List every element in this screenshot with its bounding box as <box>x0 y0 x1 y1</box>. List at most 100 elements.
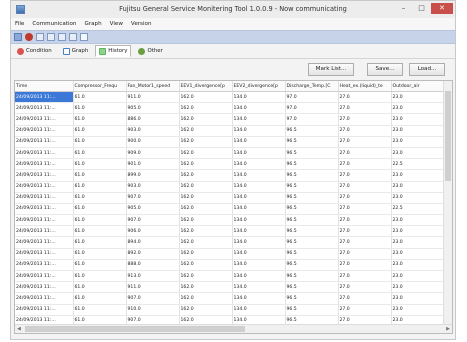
table-row[interactable]: 24/09/2013 11:... 61.0 911.0 162.0 134.0 97.0… <box>15 91 444 104</box>
horizontal-scroll-thumb[interactable] <box>25 326 245 332</box>
save-button[interactable]: Save... <box>367 63 403 76</box>
minimize-button[interactable]: – <box>395 3 412 14</box>
tab-bar: Condition Graph History Other <box>11 44 455 59</box>
history-table: Time Compressor_Frequ Fan_Motor1_speed E… <box>14 80 453 334</box>
table-cell: 61.0 <box>73 192 127 204</box>
menu-communication[interactable]: Communication <box>32 21 76 27</box>
table-cell: 162.0 <box>179 236 233 249</box>
table-row[interactable]: 24/09/2013 11:... 61.0 899.0 162.0 134.0 96.5… <box>15 169 444 182</box>
menu-bar: File Communication Graph View Version <box>11 18 455 30</box>
table-row[interactable]: 24/09/2013 11:... 61.0 909.0 162.0 134.0 96.5… <box>15 147 444 160</box>
table-cell: 27.0 <box>338 113 392 126</box>
table-row[interactable]: 24/09/2013 11:... 61.0 903.0 162.0 134.0 96.5… <box>15 181 444 193</box>
table-cell: 24/09/2013 11:... <box>15 169 74 182</box>
load-button[interactable]: Load... <box>409 63 445 76</box>
table-row[interactable]: 24/09/2013 11:... 61.0 886.0 162.0 134.0 97.0… <box>15 113 444 126</box>
table-cell: 23.0 <box>391 270 444 283</box>
maximize-button[interactable]: □ <box>413 3 430 14</box>
menu-view[interactable]: View <box>110 21 123 27</box>
table-cell: 96.5 <box>285 259 339 272</box>
table-cell: 61.0 <box>73 158 127 171</box>
vertical-scroll-thumb[interactable] <box>445 91 451 181</box>
action-bar: Mark List... Save... Load... <box>11 59 455 77</box>
table-cell: 27.0 <box>338 91 392 104</box>
connect-icon[interactable] <box>14 33 22 41</box>
tab-history-label: History <box>108 48 128 54</box>
table-cell: 61.0 <box>73 125 127 137</box>
scroll-right-icon[interactable]: ▶ <box>446 325 450 333</box>
table-cell: 23.0 <box>391 147 444 160</box>
table-icon[interactable] <box>58 33 66 41</box>
table-cell: 162.0 <box>179 147 233 160</box>
column-header[interactable]: EEV2_divergence[p <box>232 81 286 92</box>
history-data-table: Time Compressor_Frequ Fan_Motor1_speed E… <box>15 81 444 333</box>
table-cell: 162.0 <box>179 259 233 272</box>
menu-file[interactable]: File <box>15 21 24 27</box>
mark-list-button[interactable]: Mark List... <box>308 63 354 76</box>
help-icon[interactable] <box>80 33 88 41</box>
column-header[interactable]: Outdoor_air <box>391 81 444 92</box>
table-cell: 27.0 <box>338 169 392 182</box>
table-row[interactable]: 24/09/2013 11:...61.0907.0162.0134.096.5… <box>15 214 444 227</box>
table-cell: 23.0 <box>391 281 444 294</box>
table-cell: 900.0 <box>126 136 180 148</box>
horizontal-scrollbar[interactable]: ◀ ▶ <box>15 324 452 333</box>
column-header[interactable]: Compressor_Frequ <box>73 81 127 92</box>
tab-other[interactable]: Other <box>134 45 166 57</box>
table-cell: 888.0 <box>126 259 180 272</box>
table-cell: 27.0 <box>338 270 392 283</box>
menu-graph[interactable]: Graph <box>84 21 101 27</box>
table-row[interactable]: 24/09/2013 11:... 61.0 905.0 162.0 134.0 97.0… <box>15 102 444 115</box>
tab-history[interactable]: History <box>95 45 132 57</box>
table-row[interactable]: 24/09/2013 11:... 61.0 900.0 162.0 134.0 96.5… <box>15 136 444 148</box>
table-cell: 134.0 <box>232 158 286 171</box>
table-cell: 96.5 <box>285 236 339 249</box>
table-row[interactable]: 24/09/2013 11:... 61.0 901.0 162.0 134.0 96.5… <box>15 158 444 171</box>
table-row[interactable]: 24/09/2013 11:... 61.0 892.0 162.0 134.0 96.5… <box>15 248 444 260</box>
menu-version[interactable]: Version <box>131 21 152 27</box>
table-cell: 27.0 <box>338 125 392 137</box>
disconnect-icon[interactable] <box>25 33 33 41</box>
table-cell: 911.0 <box>126 281 180 294</box>
column-header[interactable]: Time <box>15 81 74 92</box>
table-row[interactable]: 24/09/2013 11:... 61.0 913.0 162.0 134.0 96.5… <box>15 270 444 283</box>
graph-icon <box>62 47 70 55</box>
table-row[interactable]: 24/09/2013 11:...61.0907.0162.0134.096.5… <box>15 292 444 305</box>
tab-graph[interactable]: Graph <box>59 45 93 57</box>
table-cell: 134.0 <box>232 113 286 126</box>
export-icon[interactable] <box>69 33 77 41</box>
vertical-scrollbar[interactable] <box>443 81 452 325</box>
table-cell: 97.0 <box>285 113 339 126</box>
chart-icon[interactable] <box>47 33 55 41</box>
table-cell: 27.0 <box>338 281 392 294</box>
column-header[interactable]: Heat_ex.(liquid)_te <box>338 81 392 92</box>
table-cell: 27.0 <box>338 192 392 204</box>
table-cell: 27.0 <box>338 259 392 272</box>
table-row[interactable]: 24/09/2013 11:... 61.0 910.0 162.0 134.0 96.5… <box>15 304 444 316</box>
table-cell: 134.0 <box>232 181 286 193</box>
table-row[interactable]: 24/09/2013 11:...61.0907.0162.0134.096.5… <box>15 192 444 204</box>
table-row[interactable]: 24/09/2013 11:... 61.0 903.0 162.0 134.0 96.5… <box>15 125 444 137</box>
table-row[interactable]: 24/09/2013 11:... 61.0 906.0 162.0 134.0 96.5… <box>15 225 444 238</box>
column-header[interactable]: EEV1_divergence[p <box>179 81 233 92</box>
column-header[interactable]: Fan_Motor1_speed <box>126 81 180 92</box>
table-row[interactable]: 24/09/2013 11:... 61.0 911.0 162.0 134.0 96.5… <box>15 281 444 294</box>
table-cell: 27.0 <box>338 248 392 260</box>
list-view-icon[interactable] <box>36 33 44 41</box>
close-button[interactable]: ✕ <box>431 3 453 14</box>
table-cell: 910.0 <box>126 304 180 316</box>
column-header[interactable]: Discharge_Temp.[C <box>285 81 339 92</box>
table-cell: 97.0 <box>285 91 339 104</box>
table-row[interactable]: 24/09/2013 11:... 61.0 905.0 162.0 134.0 96.5… <box>15 203 444 216</box>
table-cell: 61.0 <box>73 181 127 193</box>
table-cell: 906.0 <box>126 225 180 238</box>
scroll-left-icon[interactable]: ◀ <box>17 325 21 333</box>
table-cell: 134.0 <box>232 147 286 160</box>
table-row[interactable]: 24/09/2013 11:... 61.0 894.0 162.0 134.0 96.5… <box>15 236 444 249</box>
tab-condition[interactable]: Condition <box>13 45 56 57</box>
table-cell: 22.5 <box>391 203 444 216</box>
table-cell: 24/09/2013 11:... <box>15 192 74 204</box>
table-cell: 907.0 <box>126 192 180 204</box>
table-row[interactable]: 24/09/2013 11:... 61.0 888.0 162.0 134.0 96.5… <box>15 259 444 272</box>
table-cell: 23.0 <box>391 236 444 249</box>
